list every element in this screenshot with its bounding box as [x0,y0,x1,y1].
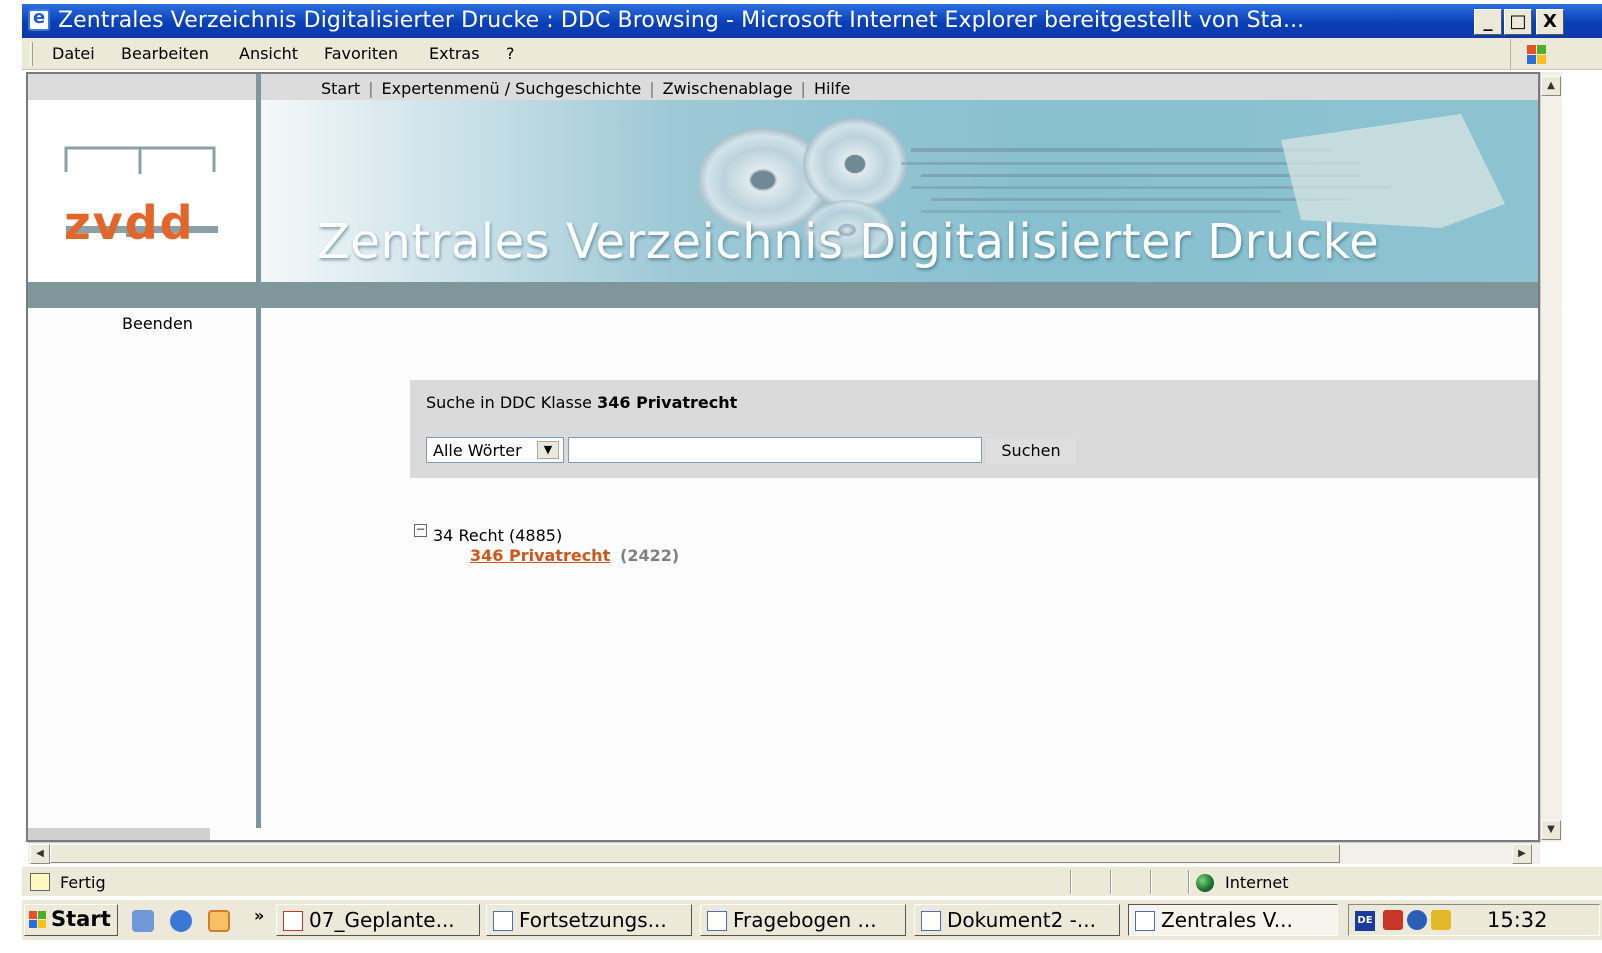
taskbar-item-active[interactable]: Zentrales V... [1128,904,1338,936]
network-icon[interactable] [1407,910,1427,930]
menu-bar: Datei Bearbeiten Ansicht Favoriten Extra… [22,38,1602,70]
search-input[interactable] [568,437,982,463]
menu-ansicht[interactable]: Ansicht [239,44,298,63]
search-heading-class: 346 Privatrecht [597,393,738,412]
sidebar-divider [256,74,261,828]
nav-zwischenablage-link[interactable]: Zwischenablage [663,79,793,98]
start-label: Start [51,907,111,931]
tree-collapse-icon[interactable]: − [414,523,427,537]
tree-child-link[interactable]: 346 Privatrecht [470,546,610,565]
logo-area[interactable]: zvdd [28,100,256,282]
menu-help[interactable]: ? [506,44,515,63]
scroll-left-icon[interactable]: ◀ [30,844,50,864]
nav-separator: | [649,79,655,98]
header-banner: Zentrales Verzeichnis Digitalisierter Dr… [261,100,1538,282]
chevron-down-icon[interactable]: ▼ [537,441,559,459]
search-mode-select[interactable]: Alle Wörter ▼ [426,437,564,463]
word-icon [921,911,941,931]
taskbar-item-label: 07_Geplante... [309,908,455,932]
tree-child-count: (2422) [620,546,680,565]
status-divider [1188,870,1190,894]
menu-extras[interactable]: Extras [429,44,480,63]
menu-favoriten[interactable]: Favoriten [324,44,398,63]
tree-root-label: 34 Recht (4885) [433,526,563,545]
status-divider [1070,870,1072,894]
zvdd-logo: zvdd [64,196,195,250]
search-button[interactable]: Suchen [986,438,1076,464]
footer-block [28,828,210,840]
quicklaunch-more-icon[interactable]: » [254,906,264,925]
page-warning-icon [30,873,50,891]
clock-app-icon[interactable] [208,910,230,932]
scroll-up-icon[interactable]: ▲ [1541,76,1561,96]
nav-separator: | [368,79,374,98]
menu-bearbeiten[interactable]: Bearbeiten [121,44,209,63]
word-icon [707,911,727,931]
status-text: Fertig [60,873,106,892]
start-button[interactable]: Start [24,904,118,936]
status-divider [1150,870,1152,894]
window-title-bar[interactable]: Zentrales Verzeichnis Digitalisierter Dr… [22,4,1602,38]
status-bar: Fertig Internet [22,866,1602,896]
taskbar-item-label: Zentrales V... [1161,908,1293,932]
taskbar-item[interactable]: 07_Geplante... [276,904,480,936]
tray-tool-icon[interactable] [1431,910,1451,930]
system-tray: DE 15:32 [1348,904,1600,936]
search-heading: Suche in DDC Klasse 346 Privatrecht [426,393,737,412]
taskbar-item-label: Dokument2 -... [947,908,1096,932]
taskbar-item[interactable]: Fortsetzungs... [486,904,692,936]
ie-icon [28,7,50,31]
show-desktop-icon[interactable] [132,910,154,932]
banner-title: Zentrales Verzeichnis Digitalisierter Dr… [317,214,1380,270]
word-icon [493,911,513,931]
horizontal-scrollbar[interactable]: ◀ ▶ [28,842,1540,864]
maximize-button[interactable]: □ [1504,9,1532,35]
nav-hilfe-link[interactable]: Hilfe [814,79,850,98]
tray-app-icon[interactable] [1383,910,1403,930]
windows-logo-icon [1510,39,1560,69]
window-title: Zentrales Verzeichnis Digitalisierter Dr… [58,8,1305,33]
security-zone: Internet [1225,873,1289,892]
nav-start-link[interactable]: Start [321,79,360,98]
ie-quicklaunch-icon[interactable] [170,910,192,932]
search-mode-value: Alle Wörter [433,441,522,460]
toolbar-grip[interactable] [30,42,33,66]
taskbar: Start » 07_Geplante... Fortsetzungs... F… [22,898,1602,940]
horizontal-scroll-thumb[interactable] [50,844,1340,863]
nav-separator: | [800,79,806,98]
powerpoint-icon [283,911,303,931]
status-divider [1110,870,1112,894]
scroll-right-icon[interactable]: ▶ [1512,844,1532,864]
minimize-button[interactable]: _ [1474,9,1502,35]
scroll-down-icon[interactable]: ▼ [1541,820,1561,840]
close-button[interactable]: X [1536,9,1564,35]
taskbar-item-label: Fragebogen ... [733,908,877,932]
menu-datei[interactable]: Datei [52,44,95,63]
ie-icon [1135,911,1155,931]
language-indicator[interactable]: DE [1355,911,1375,931]
taskbar-item-label: Fortsetzungs... [519,908,667,932]
nav-expertenmenu-link[interactable]: Expertenmenü / Suchgeschichte [381,79,641,98]
globe-icon [1196,874,1214,892]
beenden-link[interactable]: Beenden [122,314,193,333]
search-panel: Suche in DDC Klasse 346 Privatrecht Alle… [410,380,1538,478]
windows-flag-icon [29,911,46,928]
banner-strip [28,282,1538,308]
clock: 15:32 [1487,908,1548,932]
search-heading-prefix: Suche in DDC Klasse [426,393,592,412]
top-navigation: Start | Expertenmenü / Suchgeschichte | Zwis… [321,79,850,98]
vertical-scrollbar[interactable]: ▲ ▼ [1540,72,1562,842]
taskbar-item[interactable]: Dokument2 -... [914,904,1120,936]
browser-viewport: Start | Expertenmenü / Suchgeschichte | Zwis… [26,72,1540,842]
taskbar-item[interactable]: Fragebogen ... [700,904,906,936]
